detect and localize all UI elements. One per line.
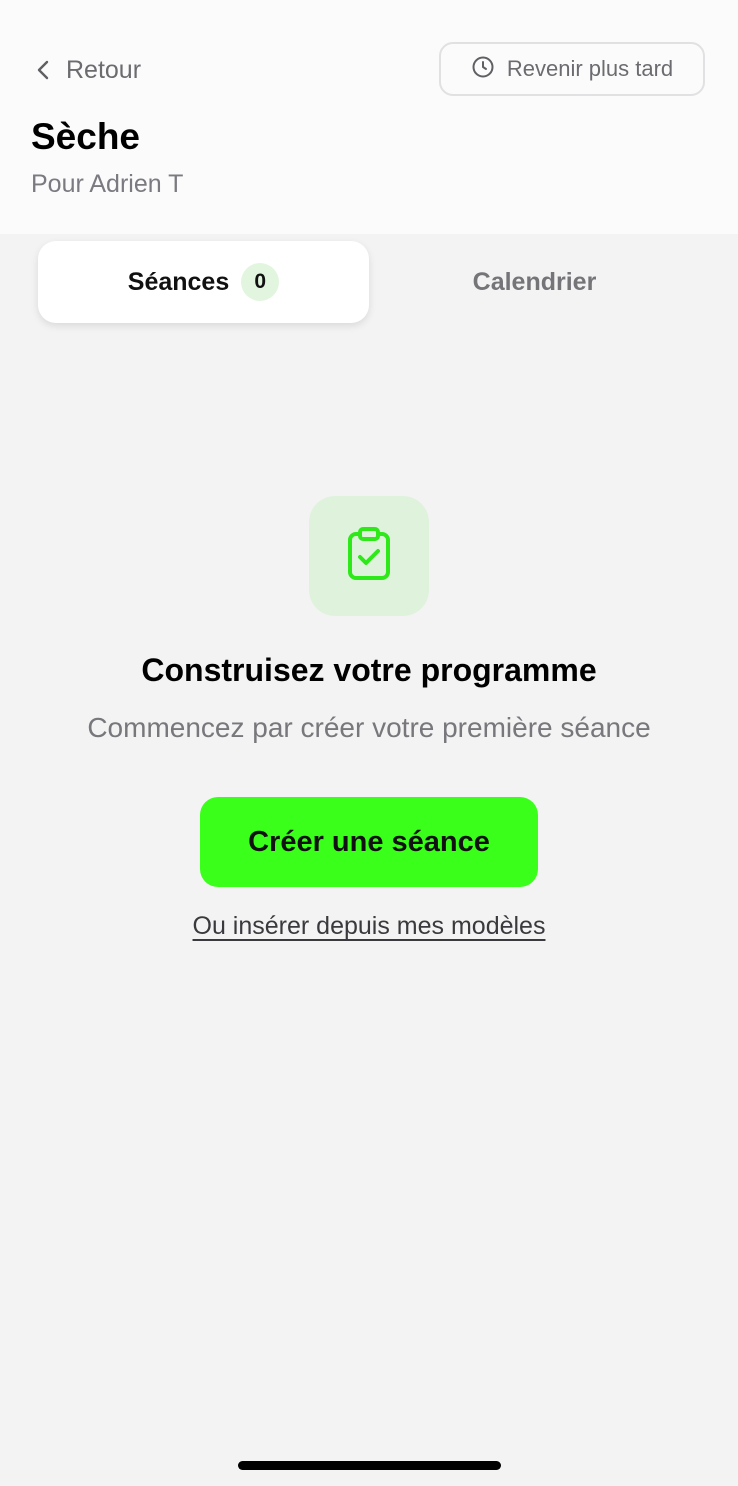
clock-icon xyxy=(471,55,495,84)
empty-state-title: Construisez votre programme xyxy=(141,652,597,688)
tab-bar: Séances 0 Calendrier xyxy=(0,234,738,334)
sessions-count-badge: 0 xyxy=(241,263,280,301)
tab-sessions[interactable]: Séances 0 xyxy=(38,241,369,323)
empty-state-subtitle: Commencez par créer votre première séanc… xyxy=(87,712,651,743)
come-back-later-label: Revenir plus tard xyxy=(506,56,674,81)
empty-state-icon-box xyxy=(309,496,429,616)
header: Retour Revenir plus tard Sèche Pour Adri… xyxy=(0,0,738,234)
clipboard-check-icon xyxy=(345,526,393,587)
create-session-label: Créer une séance xyxy=(248,825,490,858)
back-button[interactable]: Retour xyxy=(32,48,141,92)
page-subtitle: Pour Adrien T xyxy=(31,170,184,198)
page-title: Sèche xyxy=(31,116,141,157)
back-label: Retour xyxy=(66,55,142,84)
insert-from-templates-link[interactable]: Ou insérer depuis mes modèles xyxy=(0,912,738,941)
come-back-later-button[interactable]: Revenir plus tard xyxy=(439,42,705,96)
chevron-left-icon xyxy=(32,58,56,82)
app-screen: Retour Revenir plus tard Sèche Pour Adri… xyxy=(0,0,738,1486)
create-session-button[interactable]: Créer une séance xyxy=(200,797,538,887)
tab-calendar-label: Calendrier xyxy=(472,267,597,296)
tab-calendar[interactable]: Calendrier xyxy=(369,241,700,323)
tab-sessions-label: Séances xyxy=(127,267,230,296)
home-indicator xyxy=(238,1461,501,1470)
